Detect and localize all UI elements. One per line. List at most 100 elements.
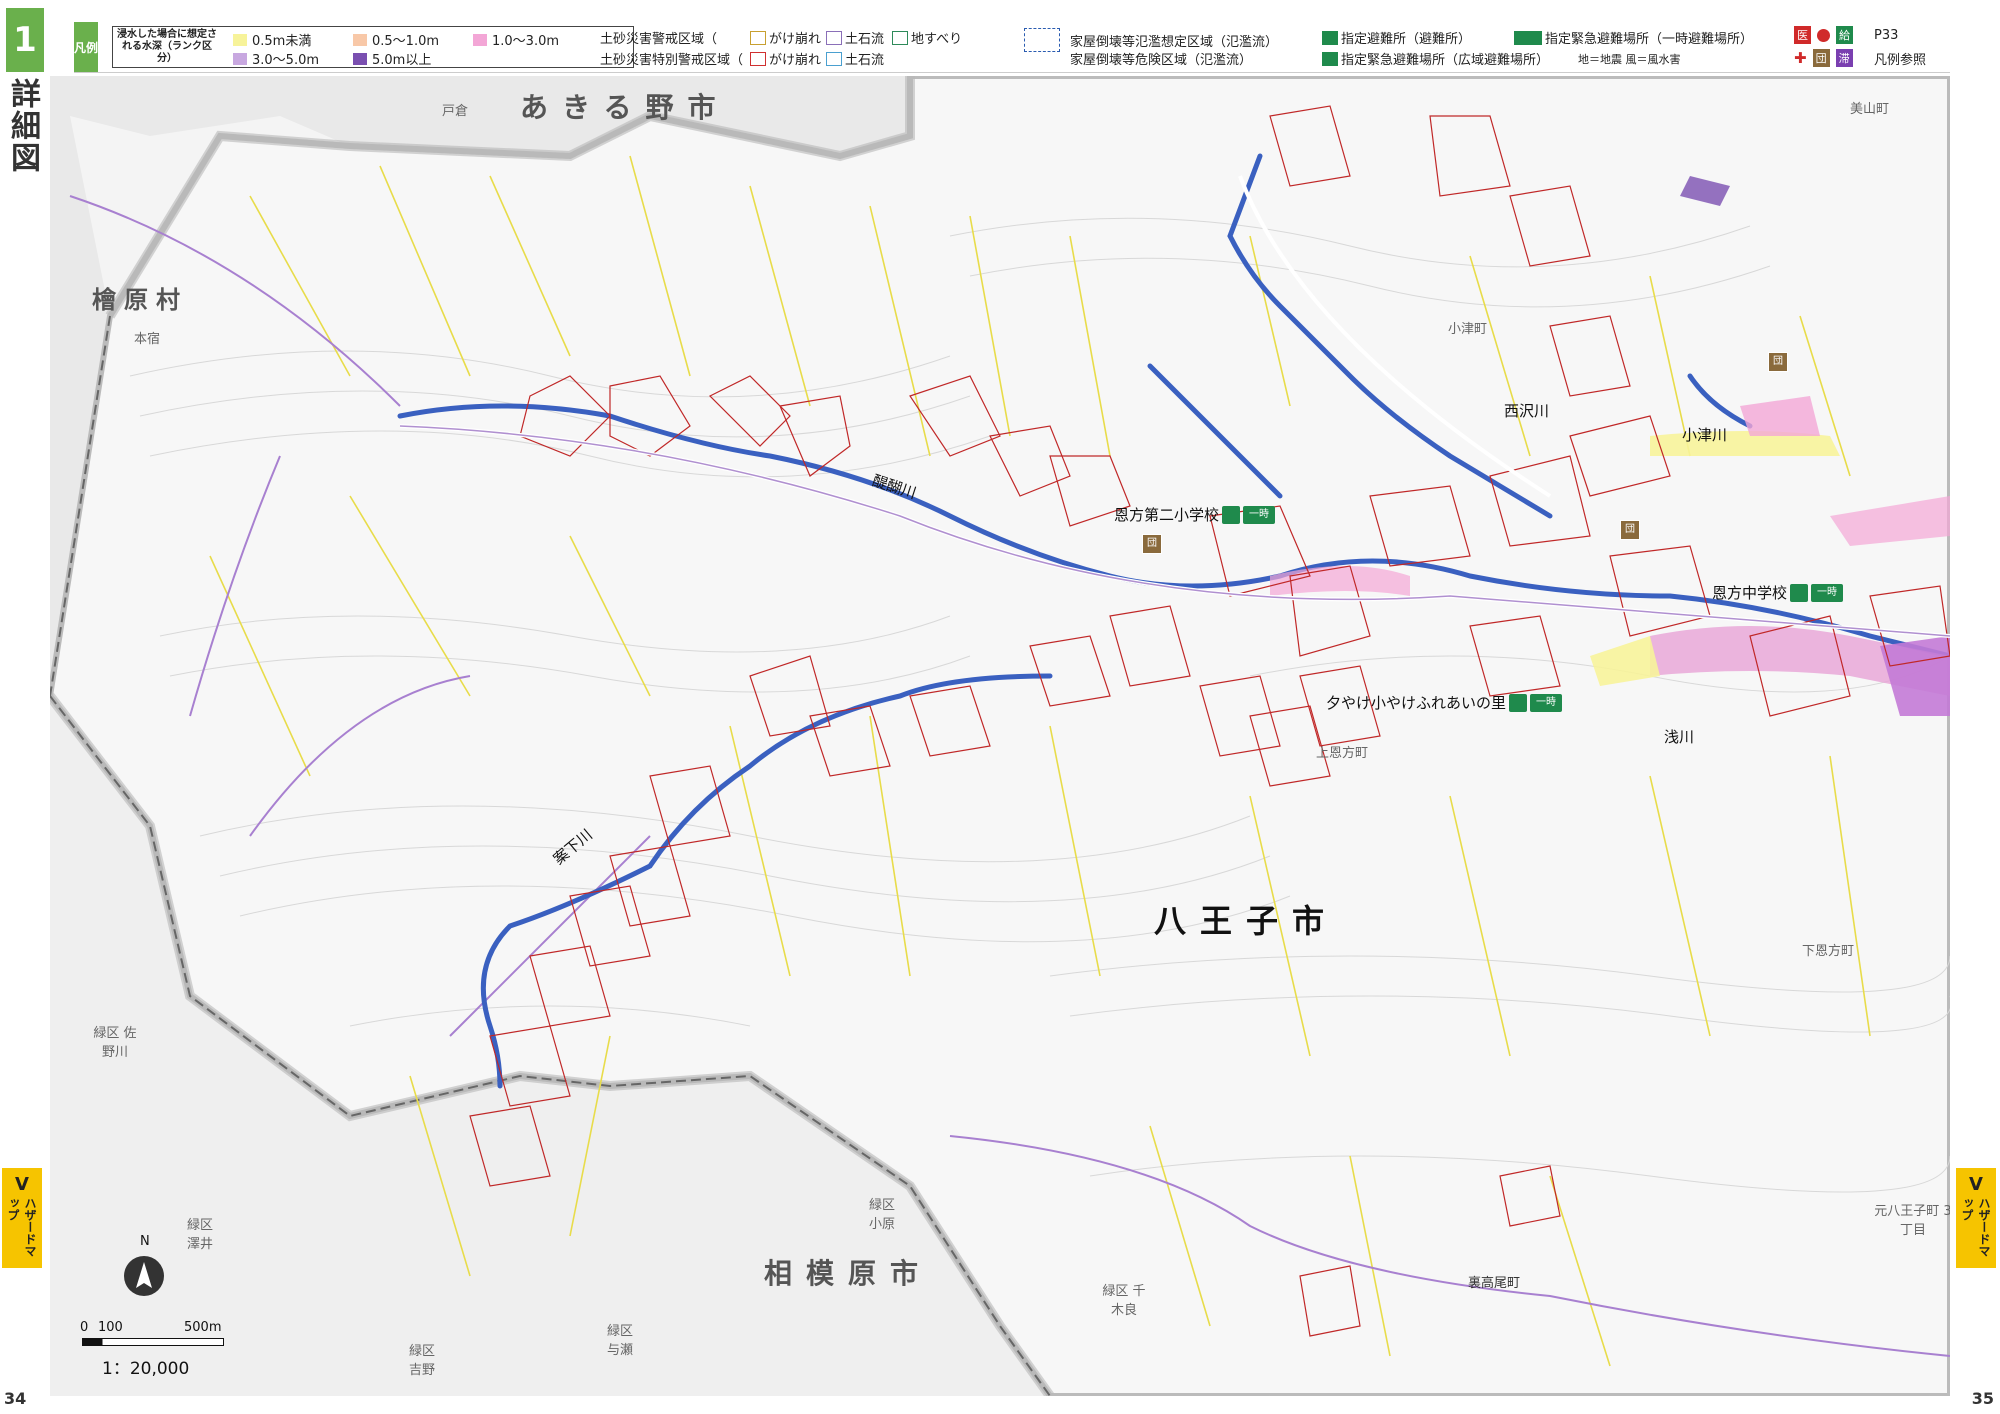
section-title: 詳細図 [5, 78, 40, 174]
cliff-icon [750, 51, 766, 66]
place-label: 小津町 [1448, 322, 1488, 337]
north-arrow-icon [124, 1256, 164, 1296]
place-label: 緑区 小原 [868, 1198, 895, 1232]
temporary-shelter-icon [1514, 30, 1542, 45]
stay-icon: 滞 [1835, 49, 1853, 67]
river-label: 浅川 [1664, 728, 1695, 746]
place-label: 緑区 与瀬 [606, 1324, 633, 1358]
facility-icons-row1: 医 給 [1794, 26, 1853, 44]
reference-page: P33 [1874, 28, 1899, 43]
sediment-special-label: 土砂災害特別警戒区域（ [600, 53, 744, 68]
debris-icon [826, 51, 842, 66]
reference-text: 凡例参照 [1874, 53, 1927, 68]
page-number-left: 34 [4, 1389, 27, 1408]
river-label: 小津川 [1682, 426, 1728, 444]
place-label: 美山町 [1850, 102, 1890, 117]
facility-school[interactable]: 夕やけ小やけふれあいの里 一時 [1326, 692, 1563, 713]
hazard-tab-left[interactable]: V ハザードマップ [2, 1168, 42, 1268]
flood-zone-icon [1024, 28, 1060, 52]
city-hinohara: 檜原村 [92, 286, 188, 314]
debris-warning: 土石流 [826, 28, 884, 47]
depth-rank-4: 3.0〜5.0m [233, 49, 319, 68]
group-icon: 団 [1812, 49, 1830, 67]
facility-name: 恩方中学校 [1712, 584, 1788, 602]
place-label: 緑区 佐野川 [93, 1026, 137, 1060]
depth-rank-1: 0.5m未満 [233, 30, 311, 49]
hazard-tab-letter: V [15, 1174, 29, 1195]
temporary-shelter-icon: 一時 [1243, 505, 1276, 524]
river-label: 西沢川 [1504, 402, 1550, 420]
scale-mid: 100 [98, 1320, 123, 1335]
group-icon[interactable]: 団 [1768, 352, 1788, 372]
city-akiruno: あきる野市 [520, 91, 730, 124]
place-label: 緑区 澤井 [186, 1218, 213, 1252]
group-icon[interactable]: 団 [1620, 520, 1640, 540]
depth-rank-5: 5.0m以上 [353, 49, 431, 68]
debris-icon [826, 30, 842, 45]
facility-school[interactable]: 恩方第二小学校 一時 [1114, 504, 1276, 525]
scale-ratio: 1：20,000 [102, 1359, 190, 1379]
city-sagamihara: 相模原市 [764, 1257, 933, 1290]
water-supply-icon: 給 [1836, 26, 1853, 44]
scale-zero: 0 [80, 1320, 89, 1335]
place-label: 裏高尾町 [1468, 1276, 1521, 1291]
page-number-right: 35 [1971, 1389, 1994, 1408]
cliff-warning: がけ崩れ [750, 28, 821, 47]
depth-rank-2: 0.5〜1.0m [353, 30, 439, 49]
map-page: 1 詳細図 V ハザードマップ V ハザードマップ 34 35 凡例 浸水した場… [0, 0, 2000, 1414]
hazard-tab-text: ハザードマップ [1960, 1197, 1991, 1257]
place-label: 下恩方町 [1802, 944, 1855, 959]
depth-rank-3: 1.0〜3.0m [473, 30, 559, 49]
temporary-shelter-icon: 一時 [1811, 583, 1844, 602]
shelter-icon [1790, 583, 1809, 602]
landslide-icon [892, 30, 908, 45]
cross-icon: ✚ [1794, 49, 1807, 67]
swatch-icon [233, 52, 247, 65]
scale-end: 500m [184, 1320, 222, 1335]
temporary-shelter-icon: 一時 [1530, 693, 1563, 712]
emergency-temp-legend: 指定緊急避難場所（一時避難場所） [1514, 28, 1753, 47]
hazard-map[interactable]: あきる野市 檜原村 八王子市 相模原市 戸倉 本宿 美山町 小津町 上恩方町 下… [50, 76, 1950, 1396]
hazard-tab-text: ハザードマップ [6, 1197, 37, 1257]
legend-tag: 凡例 [74, 22, 98, 72]
swatch-icon [233, 33, 247, 46]
place-label: 元八王子町 3丁目 [1874, 1204, 1950, 1238]
shelter-icon [1509, 693, 1528, 712]
place-label: 上恩方町 [1316, 746, 1369, 761]
place-label: 緑区 千木良 [1102, 1284, 1146, 1318]
facility-school[interactable]: 恩方中学校 一時 [1712, 582, 1844, 603]
shelter-legend: 指定避難所（避難所） [1322, 28, 1471, 47]
landslide-warning: 地すべり [892, 28, 962, 47]
place-label: 緑区 吉野 [408, 1344, 435, 1378]
hazard-tab-right[interactable]: V ハザードマップ [1956, 1168, 1996, 1268]
flood-house-danger: 家屋倒壊等危険区域（氾濫流） [1070, 53, 1253, 68]
section-number: 1 [6, 8, 44, 72]
hazard-tab-letter: V [1969, 1174, 1983, 1195]
place-label: 戸倉 [442, 104, 469, 119]
group-icon[interactable]: 団 [1142, 534, 1162, 554]
legend: 凡例 浸水した場合に想定される水深（ランク区分） 0.5m未満 0.5〜1.0m… [74, 22, 1950, 73]
depth-legend: 浸水した場合に想定される水深（ランク区分） 0.5m未満 0.5〜1.0m 1.… [112, 26, 634, 68]
cliff-icon [750, 30, 766, 45]
scale-bar [82, 1338, 224, 1346]
place-label: 本宿 [134, 332, 161, 347]
swatch-icon [353, 33, 367, 46]
wide-area-icon [1322, 51, 1338, 66]
hospital-icon: 医 [1794, 26, 1811, 44]
emergency-wide-legend: 指定緊急避難場所（広域避難場所） [1322, 49, 1549, 68]
facility-name: 恩方第二小学校 [1114, 506, 1220, 524]
city-hachioji: 八王子市 [1154, 902, 1339, 940]
cliff-special: がけ崩れ [750, 49, 821, 68]
facility-name: 夕やけ小やけふれあいの里 [1326, 694, 1507, 712]
swatch-icon [473, 33, 487, 46]
shelter-icon [1222, 505, 1241, 524]
swatch-icon [353, 52, 367, 65]
depth-title: 浸水した場合に想定される水深（ランク区分） [117, 29, 217, 64]
north-label: N [140, 1234, 150, 1249]
shelter-icon [1322, 30, 1338, 45]
debris-special: 土石流 [826, 49, 884, 68]
facility-icons-row2: ✚ 団 滞 [1794, 49, 1853, 67]
quake-note: 地＝地震 風＝風水害 [1578, 53, 1681, 66]
sediment-warning-label: 土砂災害警戒区域（ [600, 32, 718, 47]
red-dot-icon [1817, 28, 1830, 42]
